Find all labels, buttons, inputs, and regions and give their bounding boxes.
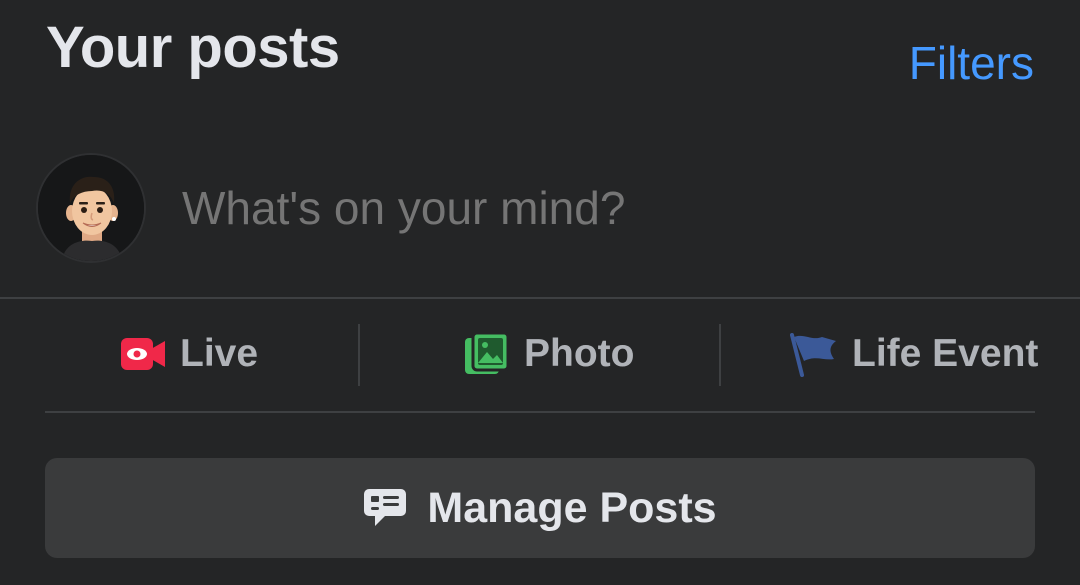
action-separator (719, 324, 721, 386)
divider (0, 297, 1080, 299)
divider (45, 411, 1035, 413)
flag-icon (790, 331, 838, 377)
post-composer[interactable] (36, 152, 1036, 264)
speech-bubble-list-icon (363, 487, 407, 529)
photo-button[interactable]: Photo (464, 320, 634, 388)
manage-posts-button[interactable]: Manage Posts (45, 458, 1035, 558)
live-video-icon (120, 336, 166, 372)
section-title: Your posts (46, 15, 340, 80)
avatar[interactable] (36, 153, 146, 263)
photo-icon (464, 332, 510, 376)
composer-actions: Live Photo Life Event (0, 320, 1080, 388)
photo-label: Photo (524, 332, 635, 375)
manage-posts-label: Manage Posts (427, 483, 717, 532)
filters-link[interactable]: Filters (909, 36, 1034, 90)
live-button[interactable]: Live (120, 320, 258, 388)
status-input[interactable] (182, 181, 780, 235)
life-event-button[interactable]: Life Event (790, 320, 1038, 388)
your-posts-card: Your posts Filters What's on your mind? … (0, 0, 1080, 585)
memoji-avatar-icon (38, 155, 144, 261)
life-event-label: Life Event (852, 332, 1039, 375)
action-separator (358, 324, 360, 386)
live-label: Live (180, 332, 259, 375)
